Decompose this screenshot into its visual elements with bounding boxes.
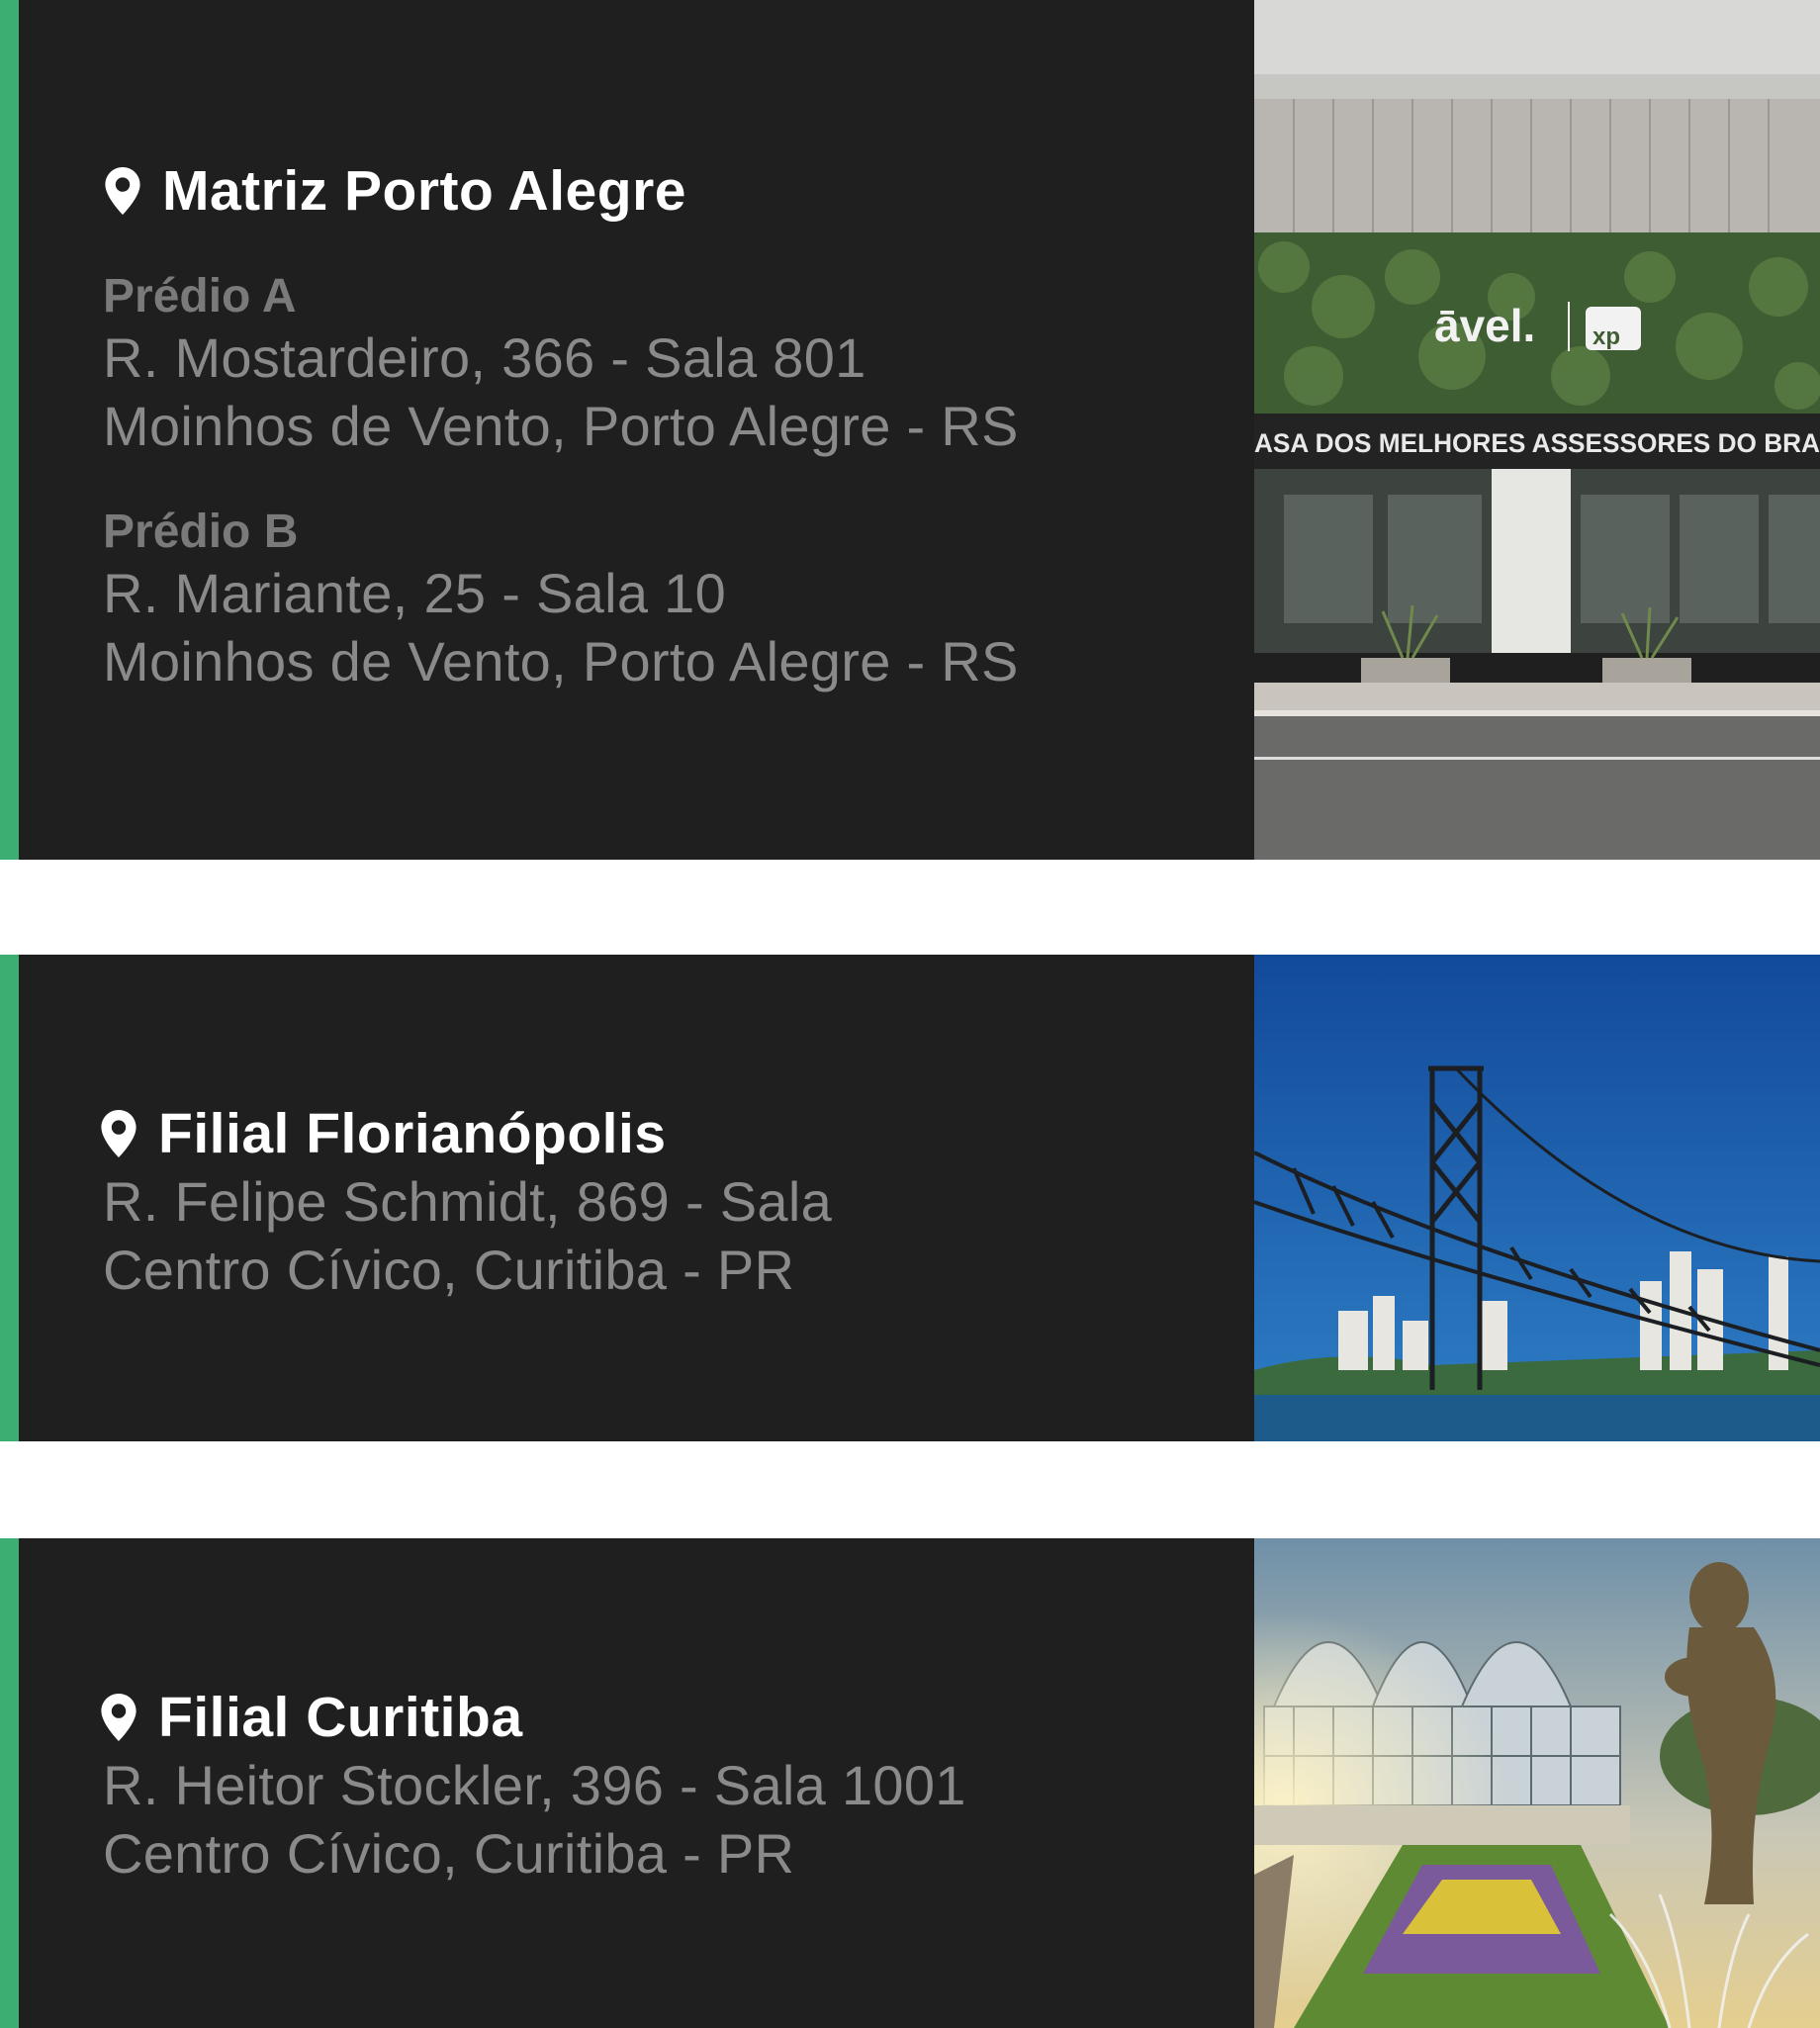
building-a-label: Prédio A <box>103 270 297 323</box>
location-card-curitiba: Filial Curitiba R. Heitor Stockler, 396 … <box>0 1538 1820 2028</box>
location-title-row: Filial Curitiba <box>99 1685 523 1750</box>
location-title: Matriz Porto Alegre <box>162 159 686 223</box>
address-line2: Centro Cívico, Curitiba - PR <box>103 1822 795 1885</box>
location-title-row: Matriz Porto Alegre <box>103 158 686 224</box>
address-line2: Centro Cívico, Curitiba - PR <box>103 1239 795 1301</box>
location-card-florianopolis: Filial Florianópolis R. Felipe Schmidt, … <box>0 955 1820 1441</box>
building-a-address-line1: R. Mostardeiro, 366 - Sala 801 <box>103 326 866 389</box>
location-title: Filial Curitiba <box>158 1686 523 1749</box>
location-pin-icon <box>101 1694 136 1741</box>
card-accent-bar <box>0 955 19 1441</box>
location-card-porto-alegre: Matriz Porto Alegre Prédio A R. Mostarde… <box>0 0 1820 860</box>
botanical-garden-photo <box>1254 1538 1820 2028</box>
svg-text:xp: xp <box>1592 323 1620 350</box>
card-accent-bar <box>0 0 19 860</box>
location-pin-icon <box>105 167 140 215</box>
building-a-address-line2: Moinhos de Vento, Porto Alegre - RS <box>103 395 1019 457</box>
building-b-address-line2: Moinhos de Vento, Porto Alegre - RS <box>103 630 1019 692</box>
building-b-address-line1: R. Mariante, 25 - Sala 10 <box>103 562 727 624</box>
address-line1: R. Felipe Schmidt, 869 - Sala <box>103 1170 833 1233</box>
location-title-row: Filial Florianópolis <box>99 1101 667 1166</box>
avel-logo: āvel. <box>1434 300 1535 351</box>
bridge-photo <box>1254 955 1820 1441</box>
storefront-sign: ASA DOS MELHORES ASSESSORES DO BRA <box>1254 428 1820 458</box>
address-line1: R. Heitor Stockler, 396 - Sala 1001 <box>103 1754 966 1816</box>
office-building-photo: āvel. xp ASA DOS MELHORES ASSESSORES DO … <box>1254 0 1820 860</box>
location-pin-icon <box>101 1110 136 1157</box>
card-accent-bar <box>0 1538 19 2028</box>
building-b-label: Prédio B <box>103 506 299 558</box>
location-title: Filial Florianópolis <box>158 1102 667 1165</box>
